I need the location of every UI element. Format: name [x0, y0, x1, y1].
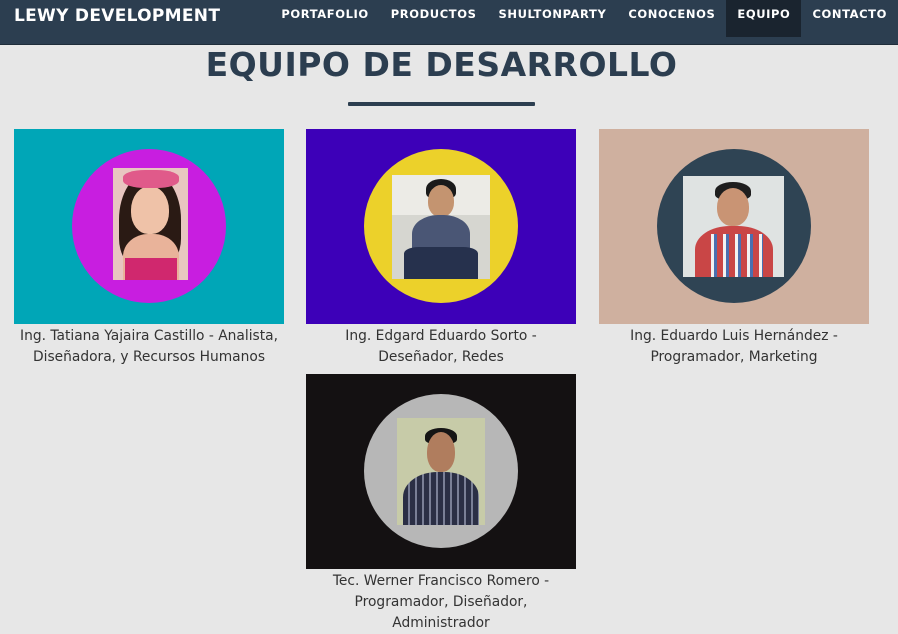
- profile-photo: [392, 175, 490, 279]
- nav-item-productos[interactable]: PRODUCTOS: [380, 0, 488, 37]
- team-card: Tec. Werner Francisco Romero - Programad…: [306, 374, 576, 634]
- team-member-caption: Ing. Tatiana Yajaira Castillo - Analista…: [20, 328, 278, 365]
- team-card-panel[interactable]: [306, 129, 576, 324]
- nav-item-contacto[interactable]: CONTACTO: [801, 0, 898, 37]
- nav-item-conocenos[interactable]: CONOCENOS: [617, 0, 726, 37]
- team-card-panel[interactable]: [599, 129, 869, 324]
- profile-photo: [397, 418, 485, 525]
- team-card-panel[interactable]: [14, 129, 284, 324]
- section-title: EQUIPO DE DESARROLLO: [205, 45, 678, 84]
- profile-photo: [683, 176, 784, 277]
- nav-item-portafolio[interactable]: PORTAFOLIO: [270, 0, 379, 37]
- team-member-caption: Tec. Werner Francisco Romero - Programad…: [332, 573, 550, 631]
- team-card: Ing. Tatiana Yajaira Castillo - Analista…: [14, 129, 284, 368]
- nav-menu: PORTAFOLIO PRODUCTOS SHULTONPARTY CONOCE…: [270, 0, 898, 37]
- team-card-panel[interactable]: [306, 374, 576, 569]
- brand-logo[interactable]: LEWY DEVELOPMENT: [14, 6, 220, 26]
- team-member-caption: Ing. Edgard Eduardo Sorto - Deseñador, R…: [345, 328, 537, 365]
- profile-photo: [113, 168, 188, 280]
- title-divider: [348, 102, 535, 106]
- team-card: Ing. Eduardo Luis Hernández - Programado…: [599, 129, 869, 368]
- team-member-caption: Ing. Eduardo Luis Hernández - Programado…: [630, 328, 838, 365]
- nav-item-equipo[interactable]: EQUIPO: [726, 0, 802, 37]
- team-card: Ing. Edgard Eduardo Sorto - Deseñador, R…: [306, 129, 576, 368]
- navbar: LEWY DEVELOPMENT PORTAFOLIO PRODUCTOS SH…: [0, 0, 898, 45]
- nav-item-shultonparty[interactable]: SHULTONPARTY: [487, 0, 617, 37]
